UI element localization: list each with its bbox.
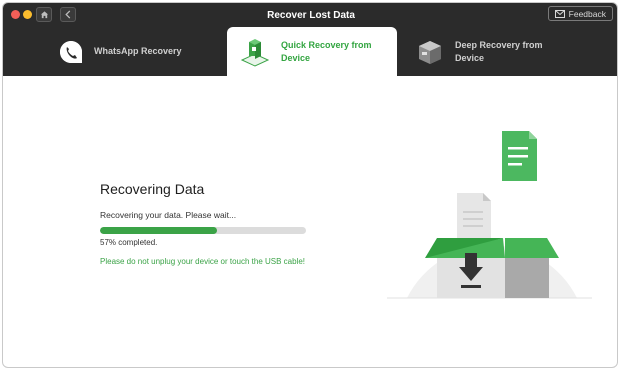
whatsapp-phone-icon <box>60 40 82 63</box>
tab-whatsapp-recovery[interactable]: WhatsApp Recovery <box>58 27 218 76</box>
progress-bar-fill <box>100 227 218 234</box>
progress-text: 57% completed. <box>100 238 158 247</box>
quick-recovery-icon <box>240 38 270 67</box>
tab-quick-label-line2: Device <box>281 52 311 63</box>
progress-bar <box>100 227 306 234</box>
tab-quick-label-line1: Quick Recovery from <box>281 39 372 50</box>
status-text: Recovering your data. Please wait... <box>100 210 237 220</box>
mail-icon <box>554 9 565 18</box>
header-bar: Recover Lost Data Feedback WhatsApp Reco… <box>3 3 617 76</box>
warning-text: Please do not unplug your device or touc… <box>100 257 306 266</box>
tab-deep-label-line2: Device <box>455 52 485 63</box>
app-window: Recover Lost Data Feedback WhatsApp Reco… <box>2 2 618 368</box>
feedback-button[interactable]: Feedback <box>547 6 613 21</box>
tab-quick-recovery[interactable]: Quick Recovery from Device <box>227 27 397 76</box>
page-title: Recovering Data <box>100 181 205 197</box>
tab-deep-label-line1: Deep Recovery from <box>455 39 543 50</box>
deep-recovery-icon <box>419 40 441 64</box>
window-title: Recover Lost Data <box>267 10 355 21</box>
tab-whatsapp-label: WhatsApp Recovery <box>94 46 182 56</box>
recovery-box-illustration <box>387 131 592 299</box>
tab-deep-recovery[interactable]: Deep Recovery from Device <box>415 27 565 76</box>
feedback-label: Feedback <box>568 8 606 19</box>
